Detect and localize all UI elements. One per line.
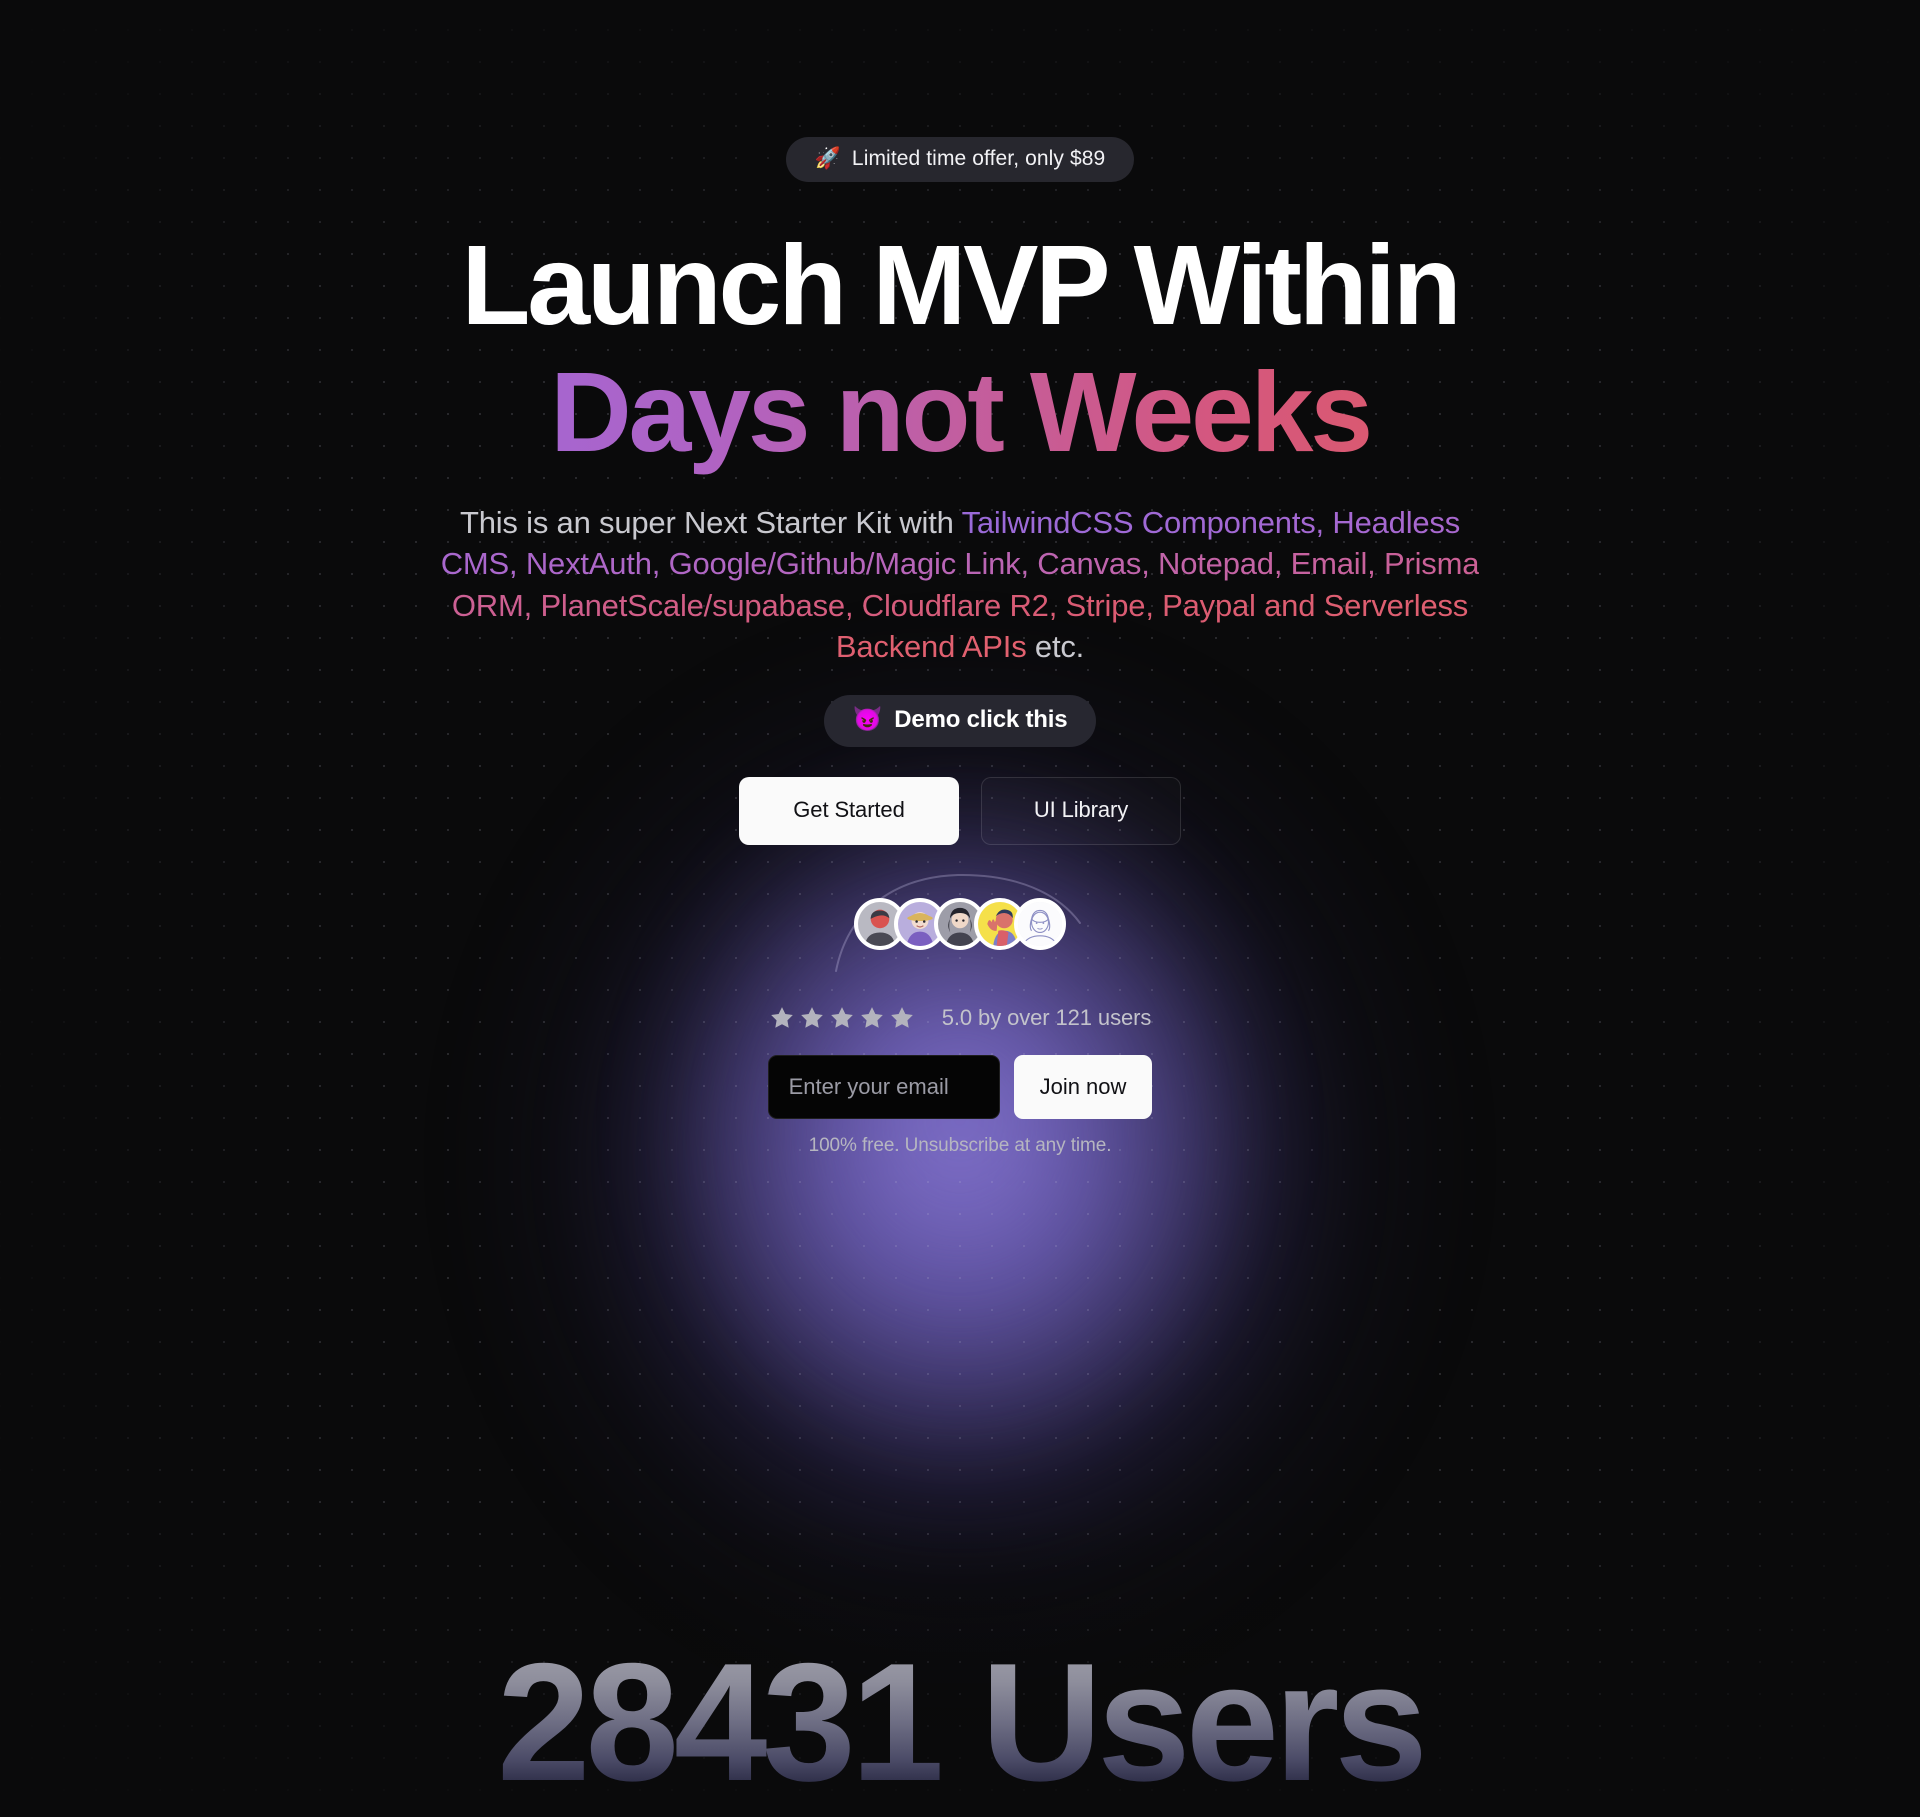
avatar[interactable] [1014, 897, 1066, 950]
avatar-group [790, 873, 1130, 972]
page-title: Launch MVP Within Days not Weeks [260, 222, 1660, 475]
email-field[interactable] [767, 1054, 1000, 1119]
demo-button[interactable]: 😈 Demo click this [823, 694, 1097, 747]
ui-library-button[interactable]: UI Library [981, 776, 1181, 845]
headline-line-1: Launch MVP Within [461, 222, 1461, 348]
star-icon [800, 1007, 823, 1028]
rating-label: 5.0 by over 121 users [941, 1004, 1152, 1030]
user-count-headline: 28431 Users [160, 1638, 1760, 1806]
get-started-button[interactable]: Get Started [739, 776, 959, 845]
cta-button-row: Get Started UI Library [739, 776, 1181, 845]
join-now-button[interactable]: Join now [1013, 1054, 1153, 1119]
promo-badge-label: Limited time offer, only $89 [851, 147, 1106, 170]
avatar-stack [854, 897, 1066, 950]
star-icon [860, 1007, 883, 1028]
rocket-emoji: 🚀 [814, 147, 841, 170]
star-icon [890, 1007, 913, 1028]
hero-subtitle: This is an super Next Starter Kit with T… [425, 502, 1495, 667]
signup-disclaimer: 100% free. Unsubscribe at any time. [808, 1134, 1112, 1156]
demo-button-label: Demo click this [894, 705, 1068, 733]
subtitle-tail: etc. [1026, 628, 1085, 664]
star-rating [769, 1005, 915, 1031]
star-icon [830, 1007, 853, 1028]
newsletter-form: Join now [767, 1054, 1153, 1119]
hero-section: 🚀 Limited time offer, only $89 Launch MV… [0, 0, 1920, 1817]
headline-line-2: Days not Weeks [260, 349, 1660, 476]
smiling-imp-emoji: 😈 [852, 705, 883, 733]
subtitle-lead: This is an super Next Starter Kit with [459, 505, 962, 541]
rating-row: 5.0 by over 121 users [769, 1005, 1151, 1031]
promo-badge[interactable]: 🚀 Limited time offer, only $89 [785, 137, 1135, 182]
star-icon [770, 1007, 793, 1028]
